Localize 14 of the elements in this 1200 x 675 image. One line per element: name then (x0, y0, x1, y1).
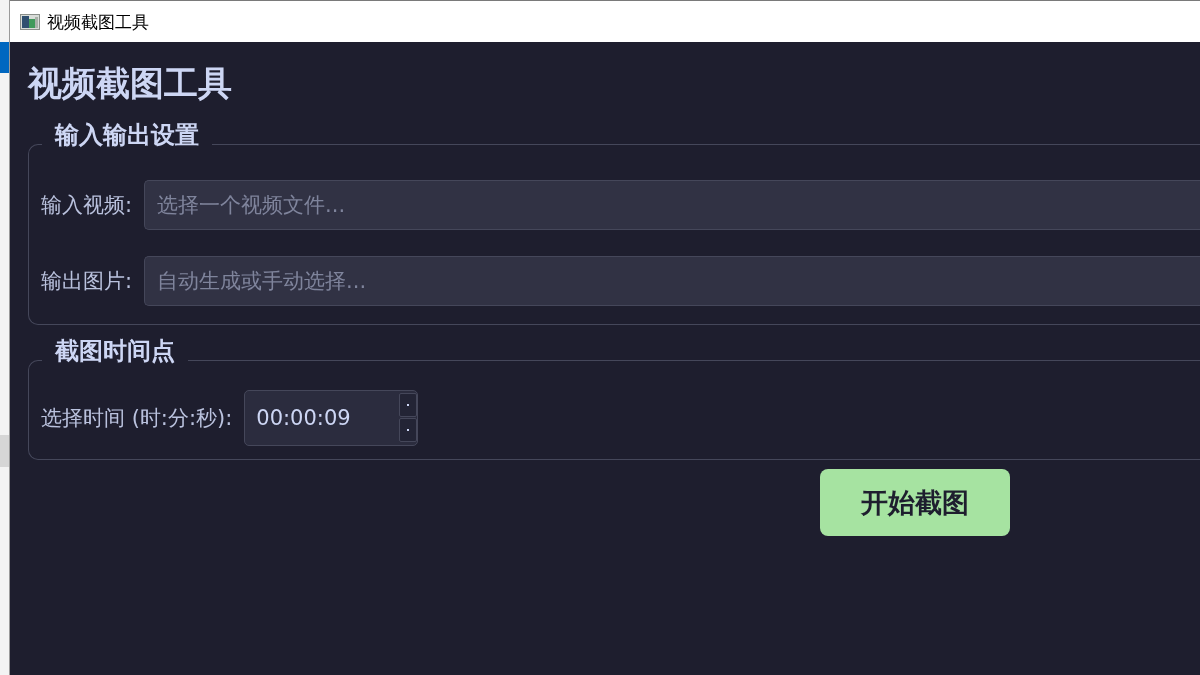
field-label: 输入视频: (41, 192, 133, 219)
time-field[interactable]: 00:00:09 (244, 390, 419, 446)
field-label: 输出图片: (41, 268, 133, 295)
spin-up-button[interactable] (399, 393, 418, 417)
app-icon (20, 13, 40, 30)
window-title: 视频截图工具 (47, 11, 149, 32)
start-button[interactable]: 开始截图 (820, 469, 1010, 536)
field-label: 选择时间 (时:分:秒): (41, 405, 233, 432)
group-title: 输入输出设置 (53, 120, 200, 151)
input-field[interactable]: 自动生成或手动选择... (144, 256, 1200, 306)
input-field[interactable]: 选择一个视频文件... (144, 180, 1200, 230)
spin-down-button[interactable] (399, 418, 418, 442)
group-title: 截图时间点 (54, 336, 176, 367)
page-heading: 视频截图工具 (28, 62, 233, 104)
